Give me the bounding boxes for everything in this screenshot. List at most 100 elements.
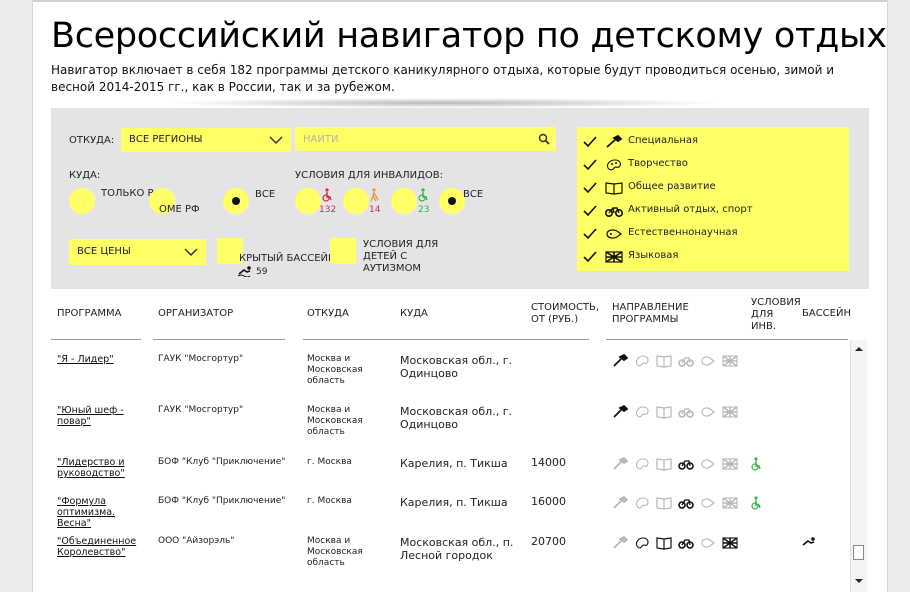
disabled-radio-other[interactable] bbox=[391, 188, 417, 214]
blind-person-icon bbox=[370, 188, 379, 202]
checkmark-icon[interactable] bbox=[583, 159, 597, 171]
search-box bbox=[295, 127, 556, 151]
direction-row-special[interactable]: Специальная bbox=[583, 132, 845, 152]
to-radio-russia[interactable] bbox=[69, 188, 95, 214]
checkmark-icon[interactable] bbox=[583, 182, 597, 194]
search-icon[interactable] bbox=[538, 133, 550, 145]
chevron-down-icon bbox=[269, 136, 283, 145]
price-select[interactable]: ВСЕ ЦЕНЫ bbox=[69, 239, 206, 265]
swimmer-icon bbox=[237, 266, 251, 277]
from-cell: Москва и Московская область bbox=[307, 354, 363, 386]
to-label: КУДА: bbox=[69, 170, 101, 181]
disabled-count-wheelchair: 132 bbox=[319, 205, 337, 215]
header-divider bbox=[606, 339, 848, 340]
checkmark-icon[interactable] bbox=[583, 251, 597, 263]
disabled-radio-blind[interactable] bbox=[343, 188, 369, 214]
autism-checkbox[interactable] bbox=[330, 238, 356, 264]
palette-icon bbox=[635, 497, 649, 509]
palette-icon bbox=[635, 355, 649, 367]
column-header-disabled[interactable]: УСЛОВИЯ ДЛЯ ИНВ. bbox=[751, 297, 801, 333]
checkmark-icon[interactable] bbox=[583, 136, 597, 148]
from-select[interactable]: ВСЕ РЕГИОНЫ bbox=[121, 128, 291, 152]
direction-filter: Специальная Творчество Общее развитие Ак… bbox=[577, 127, 849, 271]
direction-icons bbox=[612, 354, 742, 368]
direction-row-creative[interactable]: Творчество bbox=[583, 155, 845, 175]
science-icon bbox=[606, 229, 622, 239]
bicycle-icon bbox=[678, 357, 694, 367]
column-header-program[interactable]: ПРОГРАММА bbox=[57, 308, 122, 320]
organizer-cell: ГАУК "Мосгортур" bbox=[158, 354, 244, 364]
pool-label: КРЫТЫЙ БАССЕЙН bbox=[239, 253, 336, 264]
wrench-icon bbox=[613, 354, 628, 367]
column-header-price[interactable]: СТОИМОСТЬ, ОТ (РУБ.) bbox=[531, 302, 601, 326]
page-title: Всероссийский навигатор по детскому отды… bbox=[51, 16, 888, 56]
scroll-down-arrow-icon[interactable] bbox=[854, 576, 864, 586]
price-cell: 14000 bbox=[531, 456, 566, 469]
palette-icon bbox=[635, 406, 649, 418]
flag-icon bbox=[722, 458, 738, 470]
palette-icon bbox=[606, 159, 621, 171]
header-shadow bbox=[163, 98, 723, 108]
direction-row-general[interactable]: Общее развитие bbox=[583, 178, 845, 198]
price-cell: 20700 bbox=[531, 535, 566, 548]
header-divider bbox=[303, 339, 589, 340]
flag-icon bbox=[722, 355, 738, 367]
direction-row-science[interactable]: Естественнонаучная bbox=[583, 224, 845, 244]
checkmark-icon[interactable] bbox=[583, 228, 597, 240]
to-radio-all[interactable] bbox=[223, 188, 249, 214]
scrollbar[interactable] bbox=[850, 340, 867, 592]
program-link[interactable]: "Лидерство и руководство" bbox=[57, 457, 149, 479]
science-icon bbox=[701, 498, 715, 508]
disabled-count-blind: 14 bbox=[369, 205, 381, 215]
program-link[interactable]: "Я - Лидер" bbox=[57, 354, 149, 365]
bicycle-icon bbox=[605, 207, 623, 217]
from-cell: г. Москва bbox=[307, 457, 352, 467]
wrench-icon bbox=[613, 536, 628, 549]
disabled-radio-all[interactable] bbox=[439, 188, 465, 214]
to-cell: Московская обл., п. Лесной городок bbox=[400, 536, 514, 562]
column-header-organizer[interactable]: ОРГАНИЗАТОР bbox=[158, 308, 233, 320]
book-icon bbox=[656, 537, 672, 550]
science-icon bbox=[701, 407, 715, 417]
book-icon bbox=[656, 497, 672, 510]
direction-label-language: Языковая bbox=[628, 250, 679, 261]
column-header-from[interactable]: ОТКУДА bbox=[307, 308, 349, 320]
column-header-pool[interactable]: БАССЕЙН bbox=[802, 308, 851, 320]
book-icon bbox=[656, 355, 672, 368]
bicycle-icon bbox=[678, 460, 694, 470]
top-divider bbox=[33, 0, 887, 2]
checkmark-icon[interactable] bbox=[583, 205, 597, 217]
direction-row-sport[interactable]: Активный отдых, спорт bbox=[583, 201, 845, 221]
science-icon bbox=[701, 459, 715, 469]
palette-icon bbox=[635, 458, 649, 470]
flag-icon bbox=[722, 406, 738, 418]
wheelchair-icon bbox=[322, 188, 332, 202]
wrench-icon bbox=[613, 496, 628, 509]
search-input[interactable] bbox=[295, 127, 530, 151]
program-link[interactable]: "Юный шеф - повар" bbox=[57, 405, 149, 427]
direction-row-language[interactable]: Языковая bbox=[583, 247, 845, 267]
program-link[interactable]: "Формула оптимизма. Весна" bbox=[57, 496, 149, 529]
swimmer-icon bbox=[802, 537, 815, 546]
price-cell: 16000 bbox=[531, 495, 566, 508]
wheelchair-icon bbox=[751, 457, 761, 471]
science-icon bbox=[701, 538, 715, 548]
from-cell: Москва и Московская область bbox=[307, 405, 363, 437]
flag-icon bbox=[605, 251, 623, 263]
filter-panel: ОТКУДА: ВСЕ РЕГИОНЫ КУДА: ТОЛЬКО РФ ОМЕ … bbox=[51, 108, 869, 289]
column-header-to[interactable]: КУДА bbox=[400, 308, 428, 320]
program-link[interactable]: "Объединенное Королевство" bbox=[57, 536, 149, 558]
disabled-radio-wheelchair[interactable] bbox=[295, 188, 321, 214]
page: Всероссийский навигатор по детскому отды… bbox=[32, 0, 888, 592]
flag-icon bbox=[722, 537, 738, 549]
scroll-up-arrow-icon[interactable] bbox=[854, 344, 864, 354]
disabled-label: УСЛОВИЯ ДЛЯ ИНВАЛИДОВ: bbox=[295, 170, 444, 181]
scrollbar-thumb[interactable] bbox=[853, 545, 864, 560]
organizer-cell: ООО "Айзорэль" bbox=[158, 536, 235, 546]
wrench-icon bbox=[613, 405, 628, 418]
disabled-option-all: ВСЕ bbox=[463, 189, 484, 200]
flag-icon bbox=[722, 497, 738, 509]
disabled-count-other: 23 bbox=[418, 205, 430, 215]
disabled-person-icon bbox=[418, 188, 428, 202]
column-header-direction[interactable]: НАПРАВЛЕНИЕ ПРОГРАММЫ bbox=[612, 302, 702, 326]
